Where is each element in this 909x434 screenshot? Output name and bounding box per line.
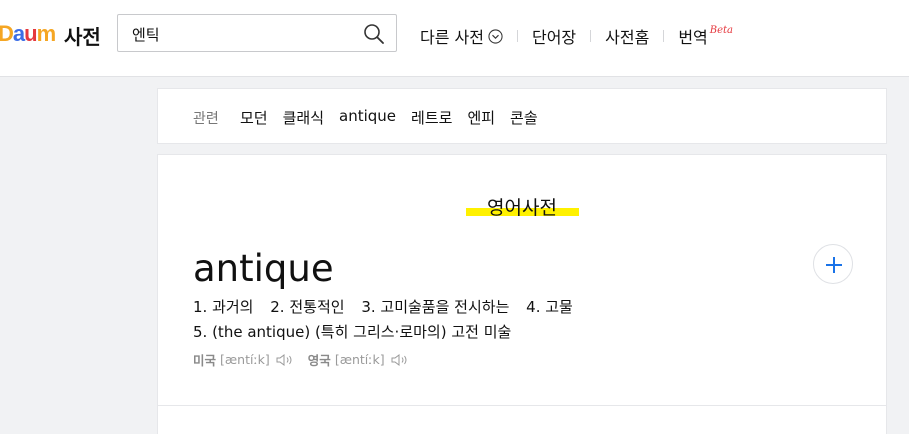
meaning-item: 2. 전통적인 (270, 298, 345, 316)
nav-dictionary-home[interactable]: 사전홈 (605, 24, 649, 48)
next-section-card (157, 405, 887, 434)
meanings-row: 1. 과거의 2. 전통적인 3. 고미술품을 전시하는 4. 고물 (193, 295, 585, 320)
related-word-link[interactable]: antique (339, 107, 396, 128)
service-name[interactable]: 사전 (64, 21, 101, 50)
headword[interactable]: antique (193, 247, 334, 290)
logo-letter-m: m (36, 21, 57, 46)
plus-icon (826, 257, 842, 273)
chevron-down-circle-icon (488, 28, 503, 44)
speaker-icon[interactable] (276, 353, 294, 367)
logo-letter-u: u (24, 21, 37, 46)
nav-divider (590, 30, 592, 42)
nav-other-dictionaries-label: 다른 사전 (420, 28, 484, 47)
nav-translate[interactable]: 번역 Beta (678, 24, 733, 48)
search-icon[interactable] (362, 22, 386, 46)
english-dictionary-card: 영어사전 antique 1. 과거의 2. 전통적인 3. 고미술품을 전시하… (157, 154, 887, 405)
meaning-item: 3. 고미술품을 전시하는 (361, 298, 510, 316)
related-word-link[interactable]: 콘솔 (510, 107, 538, 128)
meaning-item: 4. 고물 (526, 298, 573, 316)
logo-letter-a: a (12, 21, 25, 46)
meanings: 1. 과거의 2. 전통적인 3. 고미술품을 전시하는 4. 고물 5. (t… (193, 295, 585, 345)
nav-divider (663, 30, 665, 42)
section-title-text: 영어사전 (487, 197, 557, 219)
pronunciations: 미국 [æntíːk] 영국 [æntíːk] (193, 350, 423, 369)
meaning-item: 1. 과거의 (193, 298, 254, 316)
related-label: 관련 (193, 111, 219, 127)
nav-divider (516, 30, 518, 42)
logo-letter-d: D (0, 21, 14, 46)
section-title: 영어사전 (158, 193, 886, 220)
related-word-link[interactable]: 레트로 (411, 107, 452, 128)
global-nav: 다른 사전 단어장 사전홈 번역 Beta (420, 24, 733, 48)
add-to-wordbook-button[interactable] (813, 244, 853, 284)
pron-ipa-uk: [æntíːk] (334, 352, 385, 367)
meanings-row: 5. (the antique) (특히 그리스·로마의) 고전 미술 (193, 320, 585, 345)
daum-logo[interactable]: Daum (0, 21, 57, 47)
pron-ipa-us: [æntíːk] (220, 352, 270, 367)
nav-other-dictionaries[interactable]: 다른 사전 (420, 24, 503, 48)
header: Daum 사전 다른 사전 단어장 사전홈 번역 Beta (0, 0, 909, 77)
search-input[interactable] (132, 23, 352, 45)
beta-badge: Beta (709, 24, 734, 36)
related-words-panel: 관련 모던 클래식 antique 레트로 엔피 콘솔 (157, 88, 887, 144)
related-word-link[interactable]: 클래식 (283, 107, 324, 128)
related-words-list: 모던 클래식 antique 레트로 엔피 콘솔 (240, 107, 553, 128)
related-word-link[interactable]: 엔피 (467, 107, 495, 128)
meaning-item: 5. (the antique) (특히 그리스·로마의) 고전 미술 (193, 323, 512, 341)
pron-label-uk: 영국 (307, 353, 331, 368)
speaker-icon[interactable] (391, 353, 409, 367)
search-box (117, 14, 397, 52)
pron-label-us: 미국 (193, 353, 217, 368)
nav-wordbook[interactable]: 단어장 (532, 24, 576, 48)
nav-translate-label: 번역 (678, 28, 708, 47)
related-word-link[interactable]: 모던 (240, 107, 268, 128)
